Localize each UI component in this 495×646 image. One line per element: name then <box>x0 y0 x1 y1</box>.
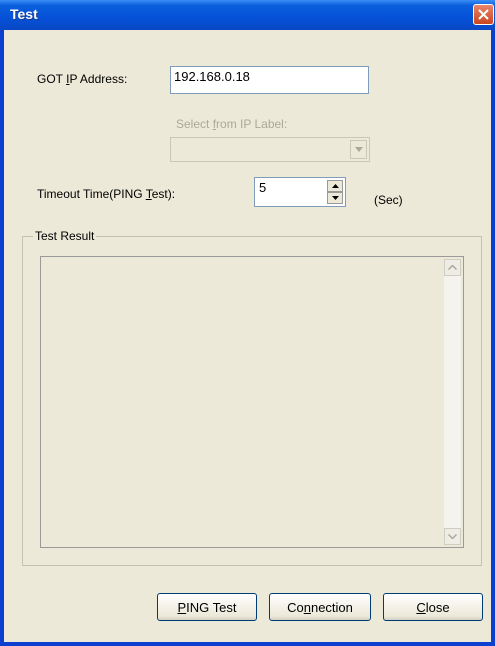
chevron-up-icon <box>448 265 457 270</box>
title-bar[interactable]: Test <box>0 0 495 30</box>
scroll-down-button[interactable] <box>444 528 461 545</box>
ip-label-post: P Address: <box>69 72 128 86</box>
timeout-label-pre: Timeout Time(PING <box>37 187 146 201</box>
connection-button[interactable]: Co n nection <box>269 593 371 621</box>
select-label-pre: Select <box>176 117 213 131</box>
chevron-down-icon <box>354 147 363 152</box>
ip-address-field[interactable]: 192.168.0.18 <box>170 66 369 94</box>
select-ip-label: Select from IP Label: <box>176 117 287 131</box>
timeout-label: Timeout Time(PING Test): <box>37 187 175 201</box>
arrow-down-icon <box>331 196 339 200</box>
ip-address-value: 192.168.0.18 <box>174 69 250 84</box>
close-icon <box>478 9 489 20</box>
chevron-down-icon <box>448 534 457 539</box>
timeout-stepper[interactable]: 5 <box>254 177 346 207</box>
close-button-rest: lose <box>425 599 450 615</box>
timeout-value[interactable]: 5 <box>259 180 266 195</box>
scroll-up-button[interactable] <box>444 259 461 276</box>
ping-test-button[interactable]: P ING Test <box>157 593 257 621</box>
timeout-label-post: est): <box>151 187 176 201</box>
test-result-label: Test Result <box>33 229 97 243</box>
timeout-unit: (Sec) <box>374 193 403 207</box>
close-button[interactable]: Close <box>383 593 483 621</box>
connection-button-pre: Co <box>287 599 304 615</box>
ping-button-key: P <box>177 599 187 615</box>
ping-button-rest: ING Test <box>186 599 237 615</box>
window-title: Test <box>10 6 38 22</box>
ip-address-label: GOT IP Address: <box>37 72 127 86</box>
vertical-scrollbar[interactable] <box>444 259 461 545</box>
dropdown-button[interactable] <box>350 140 367 159</box>
test-result-textarea[interactable] <box>40 256 464 548</box>
ip-label-pre: GOT <box>37 72 67 86</box>
connection-button-key: n <box>303 599 311 615</box>
ip-label-dropdown[interactable] <box>170 137 370 162</box>
spin-up-button[interactable] <box>327 180 343 192</box>
connection-button-post: nection <box>310 599 353 615</box>
close-button-key: C <box>416 599 426 615</box>
select-label-post: rom IP Label: <box>216 117 288 131</box>
spin-down-button[interactable] <box>327 192 343 204</box>
close-window-button[interactable] <box>473 4 494 25</box>
arrow-up-icon <box>331 184 339 188</box>
